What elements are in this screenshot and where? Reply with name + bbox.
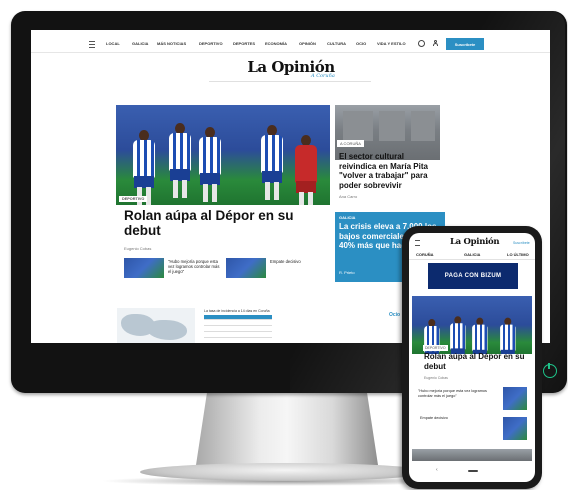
related-thumbnail[interactable] [226,258,266,278]
phone-nav-coruna[interactable]: CORUÑA [416,252,434,257]
side-story-tag[interactable]: A CORUÑA [337,140,364,147]
monitor-stand-base [140,463,430,481]
related-story-2[interactable]: Empate decisivo [270,259,301,264]
hamburger-menu-icon[interactable] [89,41,95,48]
nav-item-deportivo[interactable]: DEPORTIVO [199,41,223,46]
ocio-section-label[interactable]: Ocio [389,312,400,318]
related-thumbnail[interactable] [124,258,164,278]
nav-item-vida-y-estilo[interactable]: VIDA Y ESTILO [377,41,406,46]
phone-hero-author[interactable]: Eugenio Cobas [424,376,448,380]
nav-item-galicia[interactable]: GALICIA [132,41,148,46]
divider [209,81,371,82]
phone-back-icon[interactable]: ‹ [436,467,438,473]
hero-image[interactable] [116,105,330,205]
user-icon[interactable] [433,40,438,46]
player-figure [196,127,224,205]
phone-hero-headline[interactable]: Rolan aúpa al Dépor en su debut [424,352,528,371]
phone-subscribe-link[interactable]: Suscríbete [513,241,530,245]
phone-home-indicator[interactable] [468,470,478,472]
phone-next-story-image[interactable] [412,449,532,461]
phone-menu-icon[interactable] [415,240,420,246]
player-figure [292,135,320,205]
featured-story-author[interactable]: R. Prieto [339,270,355,275]
phone-related-story-2[interactable]: Empate decisivo [420,416,448,420]
hero-category-tag[interactable]: DEPORTIVO [119,196,148,202]
nav-item-deportes[interactable]: DEPORTES [233,41,255,46]
nav-item-ocio[interactable]: OCIO [356,41,366,46]
phone-site-logo[interactable]: La Opinión [450,237,500,247]
phone-ad-banner[interactable]: PAGA CON BIZUM [428,263,518,289]
subscribe-button[interactable]: Suscríbete [446,38,484,50]
nav-item-economia[interactable]: ECONOMÍA [265,41,287,46]
side-story-author[interactable]: Ana Carro [339,194,357,199]
ad-text: PAGA CON BIZUM [444,273,502,279]
side-story-headline[interactable]: El sector cultural reivindica en María P… [339,152,439,190]
power-icon[interactable] [543,363,557,378]
search-icon[interactable] [418,40,425,47]
table-title: La tasa de incidencia a 14 días en Coruñ… [204,309,270,313]
nav-item-mas-noticias[interactable]: MÁS NOTICIAS [157,41,186,46]
player-figure [166,123,194,205]
phone-related-story-1[interactable]: "Hubo mejoría porque esta vez logramos c… [418,389,492,399]
player-figure [130,130,158,205]
player-figure [258,125,286,205]
monitor-stand-neck [196,393,378,465]
phone-nav-divider [409,259,535,260]
related-story-1[interactable]: "Hubo mejoría porque esta vez logramos c… [168,259,220,274]
nav-item-local[interactable]: LOCAL [106,41,120,46]
player-figure [448,316,468,354]
player-figure [498,317,518,354]
hero-author[interactable]: Eugenio Cobas [124,246,151,251]
phone-related-thumbnail[interactable] [503,417,527,440]
phone-related-thumbnail[interactable] [503,387,527,410]
phone-nav-galicia[interactable]: GALICIA [464,252,480,257]
player-figure [470,317,490,354]
featured-story-tag[interactable]: GALICIA [339,215,355,220]
phone-nav-lo-ultimo[interactable]: LO ÚLTIMO [507,252,529,257]
hero-headline[interactable]: Rolan aúpa al Dépor en su debut [124,208,324,238]
nav-item-opinion[interactable]: OPINIÓN [299,41,316,46]
phone-hero-tag[interactable]: DEPORTIVO [423,345,448,351]
nav-item-cultura[interactable]: CULTURA [327,41,346,46]
map-graphic[interactable] [117,308,195,343]
data-table [204,315,272,343]
site-logo-subtitle: A Coruña [311,73,335,79]
top-navigation: LOCAL GALICIA MÁS NOTICIAS DEPORTIVO DEP… [31,38,550,53]
